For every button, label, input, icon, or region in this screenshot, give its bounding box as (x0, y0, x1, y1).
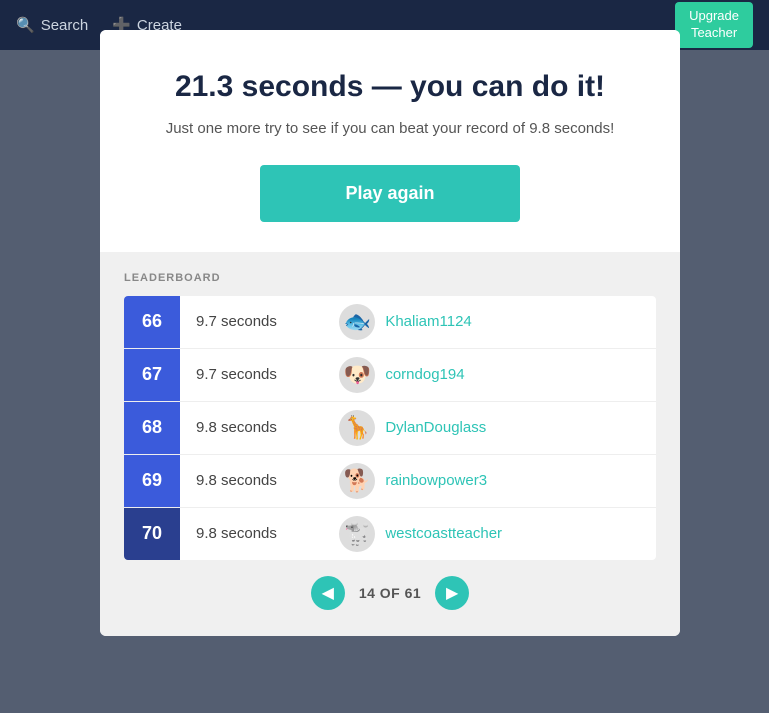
username: corndog194 (385, 366, 656, 383)
play-again-button[interactable]: Play again (260, 165, 520, 222)
rank-badge: 68 (124, 402, 180, 454)
avatar: 🐩 (339, 516, 375, 552)
search-icon: 🔍 (16, 16, 35, 34)
upgrade-label: UpgradeTeacher (689, 8, 739, 40)
time-value: 9.8 seconds (180, 419, 339, 436)
result-subtitle: Just one more try to see if you can beat… (130, 118, 650, 141)
leaderboard-section: LEADERBOARD 66 9.7 seconds 🐟 Khaliam1124… (100, 252, 680, 636)
time-value: 9.8 seconds (180, 472, 339, 489)
table-row: 67 9.7 seconds 🐶 corndog194 (124, 349, 656, 402)
search-button[interactable]: 🔍 Search (16, 16, 88, 34)
time-value: 9.8 seconds (180, 525, 339, 542)
result-modal: 21.3 seconds — you can do it! Just one m… (100, 30, 680, 636)
next-page-button[interactable]: ▶ (435, 576, 469, 610)
rank-badge: 70 (124, 508, 180, 560)
table-row: 66 9.7 seconds 🐟 Khaliam1124 (124, 296, 656, 349)
table-row: 68 9.8 seconds 🦒 DylanDouglass (124, 402, 656, 455)
leaderboard-table: 66 9.7 seconds 🐟 Khaliam1124 67 9.7 seco… (124, 296, 656, 560)
table-row: 69 9.8 seconds 🐕 rainbowpower3 (124, 455, 656, 508)
prev-page-button[interactable]: ◀ (311, 576, 345, 610)
username: westcoastteacher (385, 525, 656, 542)
avatar: 🐶 (339, 357, 375, 393)
time-value: 9.7 seconds (180, 313, 339, 330)
modal-top-section: 21.3 seconds — you can do it! Just one m… (100, 30, 680, 252)
table-row: 70 9.8 seconds 🐩 westcoastteacher (124, 508, 656, 560)
time-value: 9.7 seconds (180, 366, 339, 383)
search-label: Search (41, 17, 89, 34)
avatar: 🐟 (339, 304, 375, 340)
pagination: ◀ 14 OF 61 ▶ (124, 560, 656, 620)
avatar: 🐕 (339, 463, 375, 499)
leaderboard-title: LEADERBOARD (124, 272, 656, 284)
username: rainbowpower3 (385, 472, 656, 489)
rank-badge: 69 (124, 455, 180, 507)
rank-badge: 66 (124, 296, 180, 348)
avatar: 🦒 (339, 410, 375, 446)
upgrade-button[interactable]: UpgradeTeacher (675, 2, 753, 48)
rank-badge: 67 (124, 349, 180, 401)
username: DylanDouglass (385, 419, 656, 436)
result-title: 21.3 seconds — you can do it! (130, 70, 650, 104)
page-info: 14 OF 61 (359, 585, 421, 601)
username: Khaliam1124 (385, 313, 656, 330)
